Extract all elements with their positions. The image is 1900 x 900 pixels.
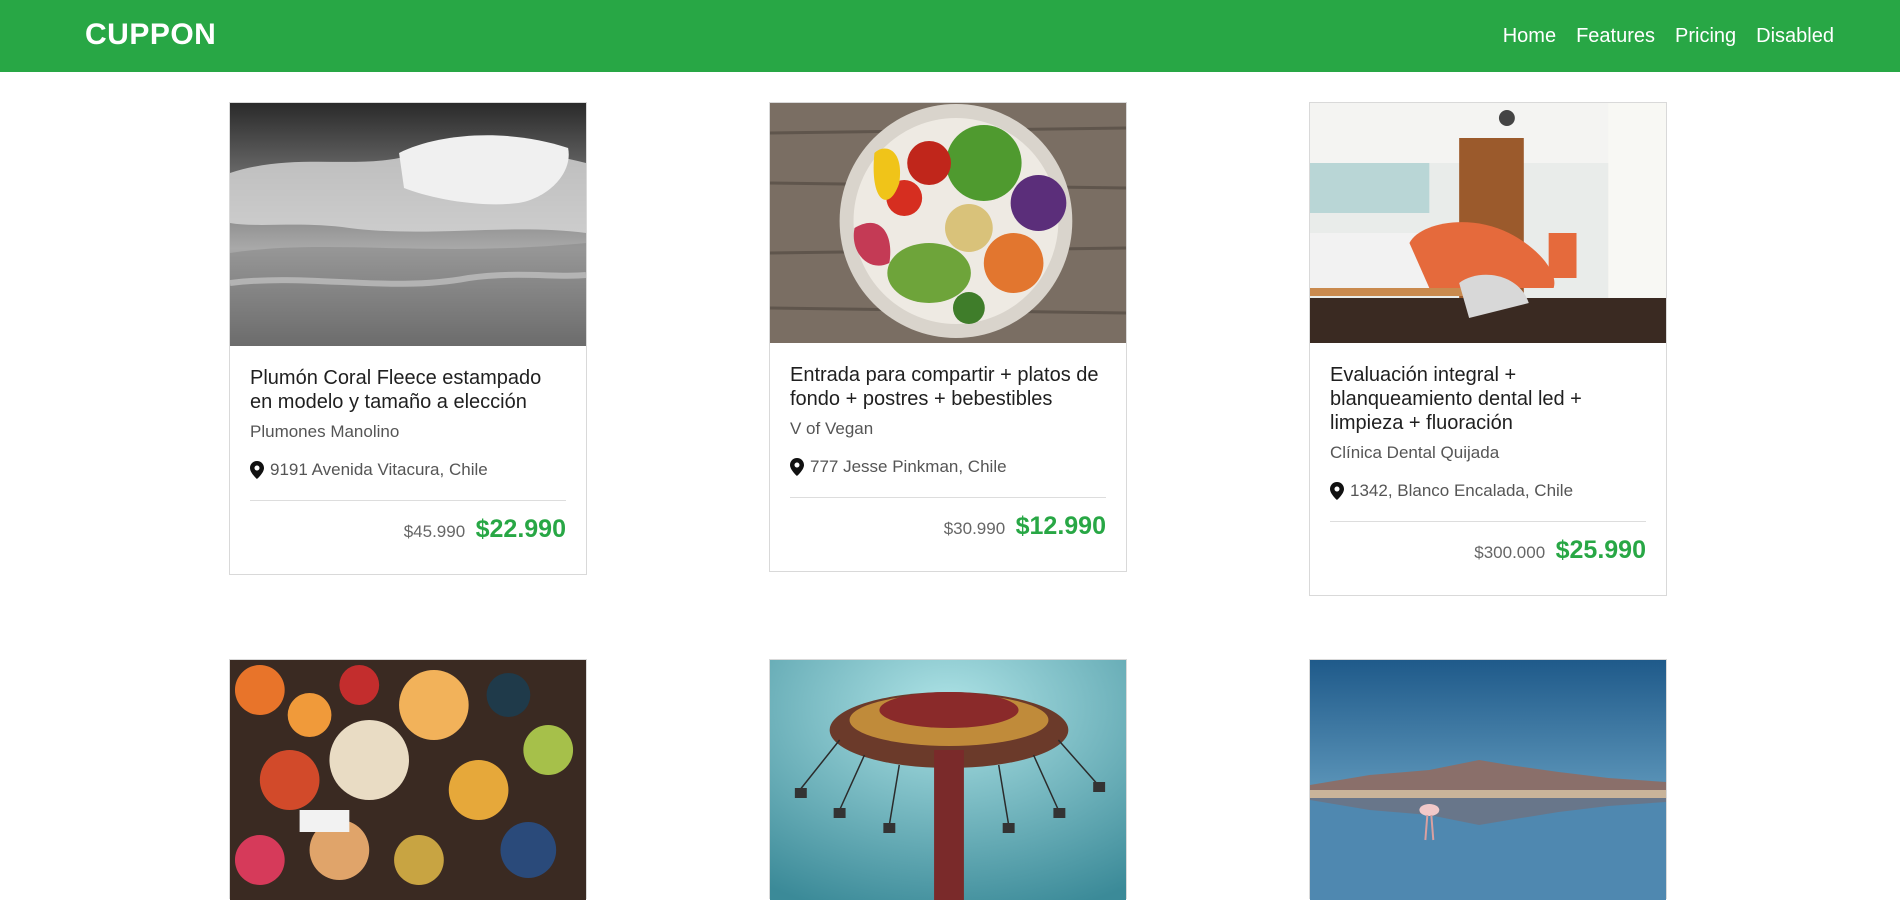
carousel-ride-image[interactable] [770, 660, 1126, 900]
bed-image[interactable] [230, 103, 586, 346]
card-location-text: 1342, Blanco Encalada, Chile [1350, 481, 1574, 500]
card-location-text: 9191 Avenida Vitacura, Chile [270, 460, 488, 479]
card-merchant: Plumones Manolino [250, 422, 400, 441]
card-price: $45.990 $22.990 [230, 501, 586, 574]
new-price: $25.990 [1555, 536, 1646, 564]
card-merchant: Clínica Dental Quijada [1330, 443, 1500, 462]
old-price: $300.000 [1474, 543, 1546, 562]
new-price: $22.990 [475, 515, 566, 543]
map-pin-icon [1330, 482, 1344, 500]
deal-card[interactable] [229, 659, 587, 900]
card-price: $30.990 $12.990 [770, 498, 1126, 571]
card-merchant: V of Vegan [790, 419, 874, 438]
card-location: 777 Jesse Pinkman, Chile [790, 457, 1106, 477]
nav-links: Home Features Pricing Disabled [1503, 0, 1834, 72]
flamingo-lake-image[interactable] [1310, 660, 1666, 900]
navbar: CUPPON Home Features Pricing Disabled [0, 0, 1900, 72]
nav-link-features[interactable]: Features [1576, 25, 1655, 48]
new-price: $12.990 [1015, 512, 1106, 540]
card-price: $300.000 $25.990 [1310, 522, 1666, 595]
deal-card[interactable]: Plumón Coral Fleece estampado en modelo … [229, 102, 587, 575]
card-title[interactable]: Evaluación integral + blanqueamiento den… [1330, 363, 1646, 435]
deal-card[interactable]: Entrada para compartir + platos de fondo… [769, 102, 1127, 572]
brand-logo[interactable]: CUPPON [85, 18, 216, 52]
salad-bowl-image[interactable] [770, 103, 1126, 343]
deal-card[interactable] [769, 659, 1127, 900]
card-location-text: 777 Jesse Pinkman, Chile [810, 457, 1007, 476]
old-price: $45.990 [403, 522, 466, 541]
card-title[interactable]: Entrada para compartir + platos de fondo… [790, 363, 1106, 411]
deal-card[interactable] [1309, 659, 1667, 900]
map-pin-icon [250, 461, 264, 479]
old-price: $30.990 [943, 519, 1006, 538]
card-location: 1342, Blanco Encalada, Chile [1330, 481, 1646, 501]
map-pin-icon [790, 458, 804, 476]
nav-link-pricing[interactable]: Pricing [1675, 25, 1736, 48]
card-title[interactable]: Plumón Coral Fleece estampado en modelo … [250, 366, 566, 414]
deal-card[interactable]: Evaluación integral + blanqueamiento den… [1309, 102, 1667, 596]
dental-clinic-image[interactable] [1310, 103, 1666, 343]
nav-link-home[interactable]: Home [1503, 25, 1556, 48]
card-location: 9191 Avenida Vitacura, Chile [250, 460, 566, 480]
food-spread-image[interactable] [230, 660, 586, 900]
nav-link-disabled[interactable]: Disabled [1756, 25, 1834, 48]
